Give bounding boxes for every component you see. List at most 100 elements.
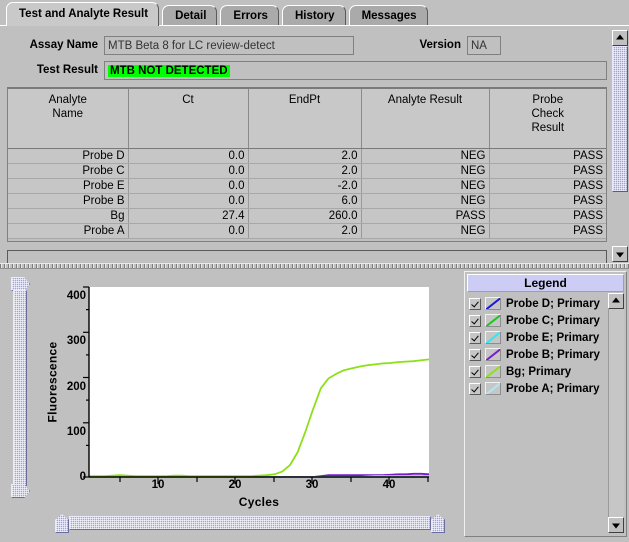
- plot-area[interactable]: [89, 287, 430, 479]
- legend-title: Legend: [467, 274, 624, 292]
- test-result-label: Test Result: [36, 64, 98, 76]
- x-tick: 40: [382, 479, 396, 491]
- tab-bar: Test and Analyte Result Detail Errors Hi…: [0, 0, 629, 26]
- legend-item-label: Probe B; Primary: [506, 348, 600, 361]
- cell-endpt: 2.0: [248, 163, 362, 179]
- header-line-3: Result: [531, 122, 565, 134]
- y-tick: 100: [66, 425, 86, 438]
- legend-color-swatch-icon: [485, 382, 501, 395]
- legend-scroll-up-arrow-icon[interactable]: [608, 293, 624, 309]
- slider-right-handle-icon[interactable]: [431, 514, 445, 533]
- tab-test-and-analyte-result[interactable]: Test and Analyte Result: [6, 2, 160, 26]
- tab-label: Detail: [175, 10, 207, 22]
- cell-ct: 0.0: [128, 148, 249, 164]
- table-row[interactable]: Bg 27.4 260.0 PASS PASS: [8, 208, 606, 224]
- cell-endpt: 2.0: [248, 148, 362, 164]
- test-result-value: MTB NOT DETECTED: [108, 64, 230, 77]
- cell-probe-check: PASS: [489, 148, 606, 164]
- legend-checkbox[interactable]: [469, 331, 481, 344]
- legend-checkbox[interactable]: [469, 314, 481, 327]
- scroll-up-arrow-icon[interactable]: [612, 30, 628, 46]
- y-tick: 400: [66, 290, 86, 302]
- scroll-down-arrow-icon[interactable]: [612, 246, 628, 262]
- x-axis-label: Cycles: [238, 495, 280, 509]
- assay-name-field[interactable]: MTB Beta 8 for LC review-detect: [104, 35, 354, 55]
- panel-vertical-scrollbar[interactable]: [612, 30, 628, 262]
- slider-down-handle-icon[interactable]: [11, 484, 30, 498]
- results-grid-body: Probe D 0.0 2.0 NEG PASS Probe C 0.0 2.0…: [8, 148, 606, 239]
- cell-analyte: Probe C: [8, 163, 129, 179]
- table-row[interactable]: Probe B 0.0 6.0 NEG PASS: [8, 193, 606, 209]
- table-row[interactable]: Probe C 0.0 2.0 NEG PASS: [8, 163, 606, 179]
- legend-color-swatch-icon: [485, 331, 501, 344]
- header-line-2: Check: [531, 108, 565, 120]
- cell-analyte-result: NEG: [361, 178, 490, 194]
- table-row[interactable]: Probe E 0.0 -2.0 NEG PASS: [8, 178, 606, 194]
- legend-item-probe-e[interactable]: Probe E; Primary: [467, 329, 609, 346]
- scroll-track[interactable]: [612, 46, 628, 246]
- cell-analyte-result: NEG: [361, 193, 490, 209]
- version-label: Version: [419, 39, 461, 51]
- cell-ct: 27.4: [128, 208, 249, 224]
- cell-analyte: Probe E: [8, 178, 129, 194]
- slider-left-handle-icon[interactable]: [55, 514, 69, 533]
- cell-endpt: 6.0: [248, 193, 362, 209]
- cell-analyte-result: NEG: [361, 163, 490, 179]
- chart-vertical-zoom-slider[interactable]: [11, 277, 30, 498]
- legend-checkbox[interactable]: [469, 382, 481, 395]
- legend-item-probe-c[interactable]: Probe C; Primary: [467, 312, 609, 329]
- column-header-analyte-name[interactable]: Analyte Name: [8, 89, 129, 149]
- legend-scroll-down-arrow-icon[interactable]: [608, 517, 624, 533]
- legend-item-label: Probe C; Primary: [506, 314, 600, 327]
- tab-label: History: [294, 10, 335, 22]
- version-field[interactable]: NA: [467, 35, 501, 55]
- column-header-analyte-result[interactable]: Analyte Result: [361, 89, 490, 149]
- table-row[interactable]: Probe A 0.0 2.0 NEG PASS: [8, 223, 606, 239]
- slider-track[interactable]: [69, 516, 431, 530]
- test-result-field[interactable]: MTB NOT DETECTED: [104, 60, 607, 80]
- analyte-results-table[interactable]: Analyte Name Ct EndPt Analyte Result Pro…: [7, 87, 607, 242]
- legend-color-swatch-icon: [485, 314, 501, 327]
- x-axis-ticks: 10 20 30 40: [89, 479, 429, 495]
- swatch-line: [486, 298, 500, 309]
- legend-item-probe-d[interactable]: Probe D; Primary: [467, 295, 609, 312]
- legend-scroll-track[interactable]: [608, 309, 624, 517]
- legend-color-swatch-icon: [485, 365, 501, 378]
- cell-endpt: -2.0: [248, 178, 362, 194]
- legend-color-swatch-icon: [485, 348, 501, 361]
- legend-item-probe-b[interactable]: Probe B; Primary: [467, 346, 609, 363]
- cell-analyte: Bg: [8, 208, 129, 224]
- cell-ct: 0.0: [128, 193, 249, 209]
- cell-probe-check: PASS: [489, 193, 606, 209]
- table-row[interactable]: Probe D 0.0 2.0 NEG PASS: [8, 148, 606, 164]
- tab-history[interactable]: History: [281, 5, 346, 26]
- column-header-endpt[interactable]: EndPt: [248, 89, 362, 149]
- column-header-probe-check-result[interactable]: Probe Check Result: [489, 89, 606, 149]
- legend-item-bg[interactable]: Bg; Primary: [467, 363, 609, 380]
- y-tick: 200: [66, 380, 86, 393]
- y-tick: 300: [66, 335, 86, 348]
- tab-messages[interactable]: Messages: [348, 5, 428, 26]
- tab-label: Errors: [233, 10, 268, 22]
- cell-analyte-result: NEG: [361, 223, 490, 239]
- tab-errors[interactable]: Errors: [220, 5, 279, 26]
- legend-item-label: Probe A; Primary: [506, 382, 600, 395]
- tab-label: Test and Analyte Result: [19, 8, 149, 20]
- chart-horizontal-zoom-slider[interactable]: [55, 514, 445, 533]
- tab-detail[interactable]: Detail: [162, 5, 218, 26]
- header-line-1: Analyte: [48, 94, 87, 106]
- legend-checkbox[interactable]: [469, 365, 481, 378]
- column-header-ct[interactable]: Ct: [128, 89, 249, 149]
- legend-vertical-scrollbar[interactable]: [608, 293, 624, 533]
- swatch-line: [486, 366, 500, 377]
- assay-name-label: Assay Name: [29, 39, 98, 51]
- legend-checkbox[interactable]: [469, 297, 481, 310]
- test-result-panel: Assay Name MTB Beta 8 for LC review-dete…: [0, 25, 629, 266]
- legend-item-probe-a[interactable]: Probe A; Primary: [467, 380, 609, 397]
- cell-ct: 0.0: [128, 163, 249, 179]
- slider-track[interactable]: [13, 290, 27, 486]
- legend-checkbox[interactable]: [469, 348, 481, 361]
- header-line-1: Probe: [532, 94, 564, 106]
- scroll-thumb[interactable]: [612, 46, 628, 192]
- slider-up-handle-icon[interactable]: [11, 277, 30, 291]
